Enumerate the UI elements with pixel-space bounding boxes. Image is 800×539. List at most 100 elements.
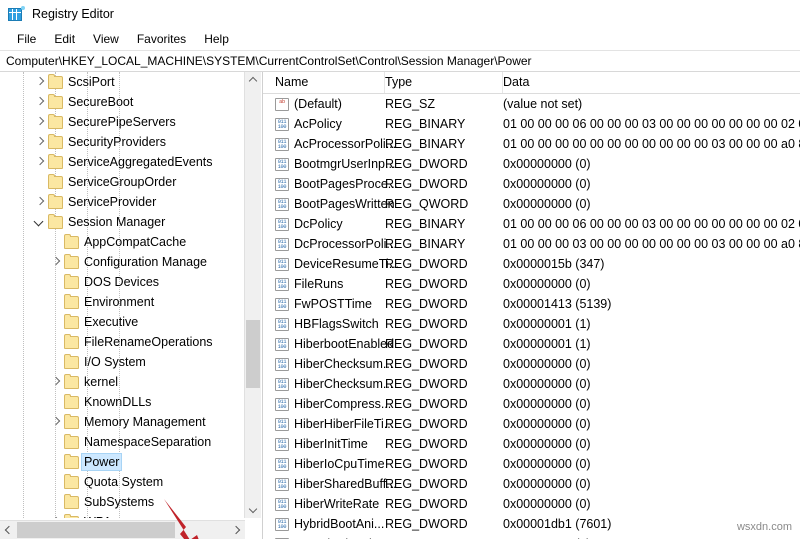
menu-item-file[interactable]: File: [8, 30, 45, 48]
column-header-type[interactable]: Type: [385, 72, 503, 93]
tree-item-appcompatcache[interactable]: AppCompatCache: [0, 232, 245, 252]
chevron-right-icon[interactable]: [32, 132, 48, 152]
tree-item-power[interactable]: Power: [0, 452, 245, 472]
value-row[interactable]: 011 100 HiberbootEnabled REG_DWORD 0x0000000…: [263, 334, 800, 354]
value-data: 0x00001413 (5139): [503, 297, 612, 311]
tree-item-dos-devices[interactable]: DOS Devices: [0, 272, 245, 292]
chevron-right-icon[interactable]: [32, 192, 48, 212]
binary-value-icon: 011100: [275, 317, 289, 331]
value-name: DcPolicy: [294, 217, 343, 231]
tree-item-secureboot[interactable]: SecureBoot: [0, 92, 245, 112]
tree-item-scsiport[interactable]: ScsiPort: [0, 72, 245, 92]
folder-icon: [48, 193, 63, 209]
value-row[interactable]: 011 100 HiberSharedBuff... REG_DWORD 0x00000…: [263, 474, 800, 494]
value-row[interactable]: ab (Default) REG_SZ (value not set): [263, 94, 800, 114]
chevron-right-icon[interactable]: [48, 512, 64, 518]
value-data: 0x00000000 (0): [503, 397, 591, 411]
tree-item-environment[interactable]: Environment: [0, 292, 245, 312]
tree-item-securityproviders[interactable]: SecurityProviders: [0, 132, 245, 152]
menu-item-edit[interactable]: Edit: [45, 30, 84, 48]
value-row[interactable]: 011 100 HiberWriteRate REG_DWORD 0x00000000 …: [263, 494, 800, 514]
folder-icon: [48, 153, 63, 169]
folder-icon: [48, 213, 63, 229]
registry-tree[interactable]: ScsiPort SecureBoot SecurePipeServers Secur…: [0, 72, 245, 518]
address-bar[interactable]: Computer\HKEY_LOCAL_MACHINE\SYSTEM\Curre…: [0, 50, 800, 72]
value-row[interactable]: 011 100 BootmgrUserInp... REG_DWORD 0x000000…: [263, 154, 800, 174]
tree-horizontal-scroll-thumb[interactable]: [17, 522, 175, 538]
value-row[interactable]: 011 100 DcPolicy REG_BINARY 01 00 00 00 06 0…: [263, 214, 800, 234]
value-row[interactable]: 011 100 DcProcessorPoli... REG_BINARY 01 00 …: [263, 234, 800, 254]
chevron-right-icon[interactable]: [48, 372, 64, 392]
value-name: FileRuns: [294, 277, 344, 291]
tree-item-session-manager[interactable]: Session Manager: [0, 212, 245, 232]
tree-item-serviceaggregatedevents[interactable]: ServiceAggregatedEvents: [0, 152, 245, 172]
value-row[interactable]: 011 100 HiberChecksum... REG_DWORD 0x0000000…: [263, 374, 800, 394]
menu-item-favorites[interactable]: Favorites: [128, 30, 195, 48]
value-row[interactable]: 011100KernelAnimatio...REG_DWORD0x000000…: [263, 534, 800, 539]
value-row[interactable]: 011 100 BootPagesProce... REG_DWORD 0x000000…: [263, 174, 800, 194]
chevron-right-icon[interactable]: [32, 112, 48, 132]
chevron-right-icon[interactable]: [48, 412, 64, 432]
tree-item-label: NamespaceSeparation: [84, 435, 212, 449]
tree-item-memory-management[interactable]: Memory Management: [0, 412, 245, 432]
chevron-down-icon[interactable]: [32, 212, 48, 232]
value-row[interactable]: 011 100 FileRuns REG_DWORD 0x00000000 (0): [263, 274, 800, 294]
chevron-right-icon[interactable]: [32, 152, 48, 172]
tree-item-configuration-manage[interactable]: Configuration Manage: [0, 252, 245, 272]
binary-value-icon: 011100: [275, 377, 289, 391]
tree-item-kernel[interactable]: kernel: [0, 372, 245, 392]
value-row[interactable]: 011 100 AcProcessorPoli... REG_BINARY 01 00 …: [263, 134, 800, 154]
folder-icon: [64, 253, 79, 269]
folder-icon: [64, 493, 79, 509]
tree-item-quota-system[interactable]: Quota System: [0, 472, 245, 492]
column-header-data[interactable]: Data: [503, 72, 800, 93]
tree-item-executive[interactable]: Executive: [0, 312, 245, 332]
values-list[interactable]: ab (Default) REG_SZ (value not set) 011 100 Ac…: [263, 94, 800, 539]
tree-item-namespaceseparation[interactable]: NamespaceSeparation: [0, 432, 245, 452]
tree-item-label: SecureBoot: [68, 95, 134, 109]
value-row[interactable]: 011 100 HiberCompress... REG_DWORD 0x0000000…: [263, 394, 800, 414]
chevron-right-icon[interactable]: [32, 72, 48, 92]
value-type: REG_BINARY: [385, 217, 466, 231]
tree-scroll-down-button[interactable]: [245, 501, 261, 518]
chevron-right-icon[interactable]: [32, 92, 48, 112]
tree-item-label: Quota System: [84, 475, 164, 489]
chevron-right-icon[interactable]: [48, 252, 64, 272]
value-row[interactable]: 011 100 HiberHiberFileTi... REG_DWORD 0x0000…: [263, 414, 800, 434]
value-row[interactable]: 011 100 HiberIoCpuTime REG_DWORD 0x00000000 …: [263, 454, 800, 474]
value-row[interactable]: 011 100 AcPolicy REG_BINARY 01 00 00 00 06 0…: [263, 114, 800, 134]
menu-item-view[interactable]: View: [84, 30, 128, 48]
value-row[interactable]: 011 100 HybridBootAni... REG_DWORD 0x00001db…: [263, 514, 800, 534]
tree-item-servicegrouporder[interactable]: ServiceGroupOrder: [0, 172, 245, 192]
tree-item-label: Memory Management: [84, 415, 206, 429]
tree-scroll-left-button[interactable]: [0, 521, 17, 539]
tree-item-subsystems[interactable]: SubSystems: [0, 492, 245, 512]
tree-item-serviceprovider[interactable]: ServiceProvider: [0, 192, 245, 212]
tree-vertical-scroll-thumb[interactable]: [246, 320, 260, 388]
value-row[interactable]: 011 100 HiberChecksum... REG_DWORD 0x0000000…: [263, 354, 800, 374]
tree-vertical-scrollbar[interactable]: [244, 72, 261, 518]
value-data: 0x00000000 (0): [503, 477, 591, 491]
value-row[interactable]: 011 100 DeviceResumeTi... REG_DWORD 0x000001…: [263, 254, 800, 274]
column-header-name[interactable]: Name: [263, 72, 385, 93]
tree-item-i-o-system[interactable]: I/O System: [0, 352, 245, 372]
value-data: 0x00000001 (1): [503, 337, 591, 351]
tree-horizontal-scrollbar[interactable]: [0, 520, 245, 539]
tree-item-wpa[interactable]: WPA: [0, 512, 245, 518]
tree-item-label: KnownDLLs: [84, 395, 152, 409]
value-name-cell: 011 100 HybridBootAni...: [263, 517, 385, 531]
tree-item-securepipeservers[interactable]: SecurePipeServers: [0, 112, 245, 132]
tree-item-filerenameoperations[interactable]: FileRenameOperations: [0, 332, 245, 352]
value-row[interactable]: 011 100 FwPOSTTime REG_DWORD 0x00001413 (513…: [263, 294, 800, 314]
value-row[interactable]: 011 100 HBFlagsSwitch REG_DWORD 0x00000001 (…: [263, 314, 800, 334]
tree-scroll-up-button[interactable]: [245, 72, 261, 89]
menu-item-help[interactable]: Help: [195, 30, 238, 48]
watermark: wsxdn.com: [736, 521, 792, 533]
value-row[interactable]: 011 100 HiberInitTime REG_DWORD 0x00000000 (…: [263, 434, 800, 454]
tree-item-knowndlls[interactable]: KnownDLLs: [0, 392, 245, 412]
tree-scroll-right-button[interactable]: [228, 521, 245, 539]
value-row[interactable]: 011 100 BootPagesWritten REG_QWORD 0x0000000…: [263, 194, 800, 214]
value-data: 01 00 00 00 03 00 00 00 00 00 00 00 03 0…: [503, 237, 800, 251]
